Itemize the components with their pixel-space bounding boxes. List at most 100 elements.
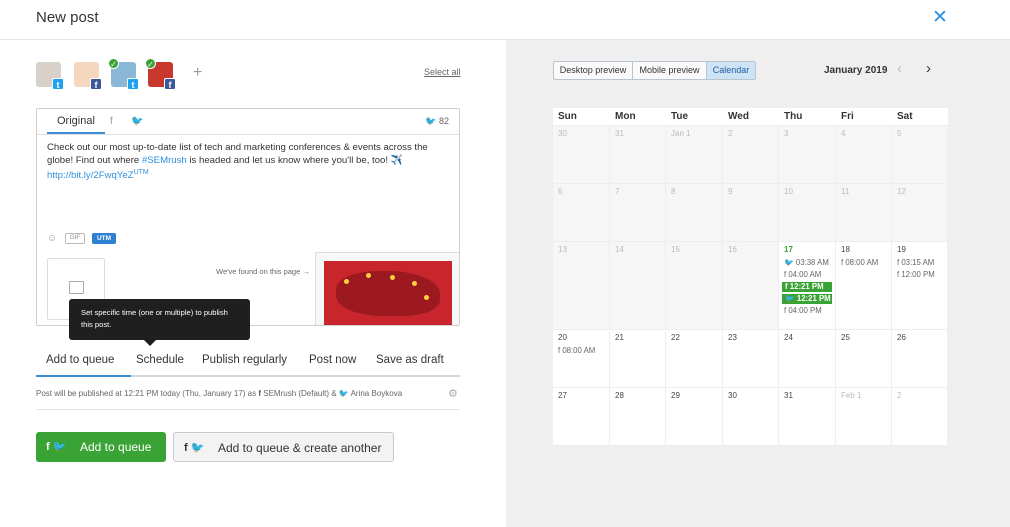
- calendar-day[interactable]: 18 f 08:00 AM: [836, 242, 892, 330]
- calendar-day-today[interactable]: 17 🐦 03:38 AM f 04:00 AM f 12:21 PM 🐦 12…: [779, 242, 836, 330]
- event-facebook[interactable]: f 12:00 PM: [897, 270, 935, 279]
- event-new-facebook[interactable]: f 12:21 PM: [782, 282, 832, 292]
- calendar-day[interactable]: Feb 1: [836, 388, 892, 446]
- calendar-day[interactable]: 22: [666, 330, 723, 388]
- event-facebook[interactable]: f 04:00 AM: [784, 270, 821, 279]
- event-facebook[interactable]: f 04:00 PM: [784, 306, 822, 315]
- calendar-weekdays: Sun Mon Tue Wed Thu Fri Sat: [553, 108, 948, 126]
- event-facebook[interactable]: f 03:15 AM: [897, 258, 934, 267]
- tab-facebook-icon[interactable]: f: [110, 116, 113, 127]
- event-facebook[interactable]: f 08:00 AM: [558, 346, 595, 355]
- calendar-day[interactable]: 31: [610, 126, 666, 184]
- desktop-preview-button[interactable]: Desktop preview: [554, 62, 633, 79]
- event-facebook[interactable]: f 08:00 AM: [841, 258, 878, 267]
- check-icon: ✓: [145, 58, 156, 69]
- chevron-right-icon[interactable]: ›: [926, 60, 931, 77]
- calendar-button[interactable]: Calendar: [707, 62, 755, 79]
- calendar-day[interactable]: 16: [723, 242, 779, 330]
- day-number: 7: [615, 187, 620, 196]
- calendar-day[interactable]: 28: [610, 388, 666, 446]
- calendar-day[interactable]: 26: [892, 330, 948, 388]
- day-number: 31: [784, 391, 793, 400]
- calendar-day[interactable]: 4: [836, 126, 892, 184]
- calendar-day[interactable]: Jan 1: [666, 126, 723, 184]
- calendar-grid: Sun Mon Tue Wed Thu Fri Sat 30 31 Jan 1 …: [553, 108, 948, 446]
- post-link[interactable]: http://bit.ly/2FwqYeZ: [47, 170, 134, 181]
- calendar-day[interactable]: 21: [610, 330, 666, 388]
- utm-button[interactable]: UTM: [92, 233, 116, 244]
- found-on-page-label: We've found on this page →: [216, 267, 310, 276]
- chevron-left-icon[interactable]: ‹: [897, 60, 902, 77]
- calendar-day[interactable]: 9: [723, 184, 779, 242]
- day-number: 2: [897, 391, 902, 400]
- calendar-day[interactable]: 29: [666, 388, 723, 446]
- schedule-tooltip: Set specific time (one or multiple) to p…: [69, 299, 250, 346]
- facebook-twitter-icon: f 🐦: [46, 441, 67, 453]
- tab-post-now[interactable]: Post now: [309, 354, 356, 366]
- calendar-day[interactable]: 24: [779, 330, 836, 388]
- tab-save-as-draft[interactable]: Save as draft: [376, 354, 444, 366]
- weekday-tue: Tue: [671, 111, 689, 122]
- event-time: 12:00 PM: [901, 270, 935, 279]
- gear-icon[interactable]: ⚙: [448, 387, 458, 400]
- mobile-preview-button[interactable]: Mobile preview: [633, 62, 707, 79]
- emoji-icon[interactable]: ☺: [47, 233, 57, 244]
- day-number: 9: [728, 187, 733, 196]
- add-to-queue-button[interactable]: f 🐦 Add to queue: [36, 432, 166, 462]
- account-avatar-3[interactable]: ✓ t: [108, 58, 139, 90]
- account-avatar-4[interactable]: ✓ f: [145, 58, 176, 90]
- add-account-icon[interactable]: +: [193, 64, 202, 82]
- divider: [36, 409, 460, 410]
- gif-button[interactable]: GIF: [65, 233, 85, 244]
- account-avatar-2[interactable]: f: [74, 62, 102, 90]
- close-icon[interactable]: ✕: [932, 6, 948, 29]
- calendar-day[interactable]: 27: [553, 388, 610, 446]
- day-number: 31: [615, 129, 624, 138]
- add-to-queue-label: Add to queue: [80, 440, 152, 454]
- day-number: 17: [784, 245, 793, 254]
- tab-original[interactable]: Original: [47, 115, 105, 134]
- tab-publish-regularly[interactable]: Publish regularly: [202, 354, 287, 366]
- calendar-day[interactable]: 2: [723, 126, 779, 184]
- calendar-day[interactable]: 23: [723, 330, 779, 388]
- calendar-day[interactable]: 10: [779, 184, 836, 242]
- day-number: 5: [897, 129, 902, 138]
- calendar-day[interactable]: 20 f 08:00 AM: [553, 330, 610, 388]
- link-preview[interactable]: [315, 252, 459, 325]
- twitter-icon: 🐦: [338, 389, 349, 398]
- add-to-queue-create-another-button[interactable]: f 🐦 Add to queue & create another: [173, 432, 394, 462]
- calendar-day[interactable]: 14: [610, 242, 666, 330]
- map-pin-icon: [412, 281, 417, 286]
- twitter-icon: 🐦: [425, 116, 439, 126]
- event-time: 03:38 AM: [795, 258, 829, 267]
- calendar-day[interactable]: 25: [836, 330, 892, 388]
- calendar-day[interactable]: 5: [892, 126, 948, 184]
- select-all-link[interactable]: Select all: [424, 67, 461, 77]
- calendar-day[interactable]: 11: [836, 184, 892, 242]
- day-number: 15: [671, 245, 680, 254]
- post-text-area[interactable]: Check out our most up-to-date list of te…: [47, 142, 447, 183]
- tab-schedule[interactable]: Schedule: [136, 354, 184, 366]
- calendar-day[interactable]: 15: [666, 242, 723, 330]
- calendar-day[interactable]: 2: [892, 388, 948, 446]
- calendar-day[interactable]: 7: [610, 184, 666, 242]
- event-new-twitter[interactable]: 🐦 12:21 PM: [782, 294, 832, 304]
- day-number: 29: [671, 391, 680, 400]
- tab-add-to-queue[interactable]: Add to queue: [46, 354, 114, 366]
- account-avatar-1[interactable]: t: [36, 62, 64, 90]
- preview-mode-switch: Desktop preview Mobile preview Calendar: [553, 61, 756, 80]
- calendar-day[interactable]: 12: [892, 184, 948, 242]
- tab-twitter-icon[interactable]: 🐦: [131, 116, 143, 127]
- calendar-day[interactable]: 8: [666, 184, 723, 242]
- event-time: 08:00 AM: [845, 258, 879, 267]
- calendar-day[interactable]: 30: [553, 126, 610, 184]
- calendar-day[interactable]: 3: [779, 126, 836, 184]
- calendar-day[interactable]: 13: [553, 242, 610, 330]
- event-twitter[interactable]: 🐦 03:38 AM: [784, 258, 829, 267]
- calendar-day[interactable]: 31: [779, 388, 836, 446]
- calendar-day[interactable]: 19 f 03:15 AM f 12:00 PM: [892, 242, 948, 330]
- day-number: 10: [784, 187, 793, 196]
- calendar-day[interactable]: 30: [723, 388, 779, 446]
- calendar-day[interactable]: 6: [553, 184, 610, 242]
- twitter-icon: 🐦: [784, 258, 796, 267]
